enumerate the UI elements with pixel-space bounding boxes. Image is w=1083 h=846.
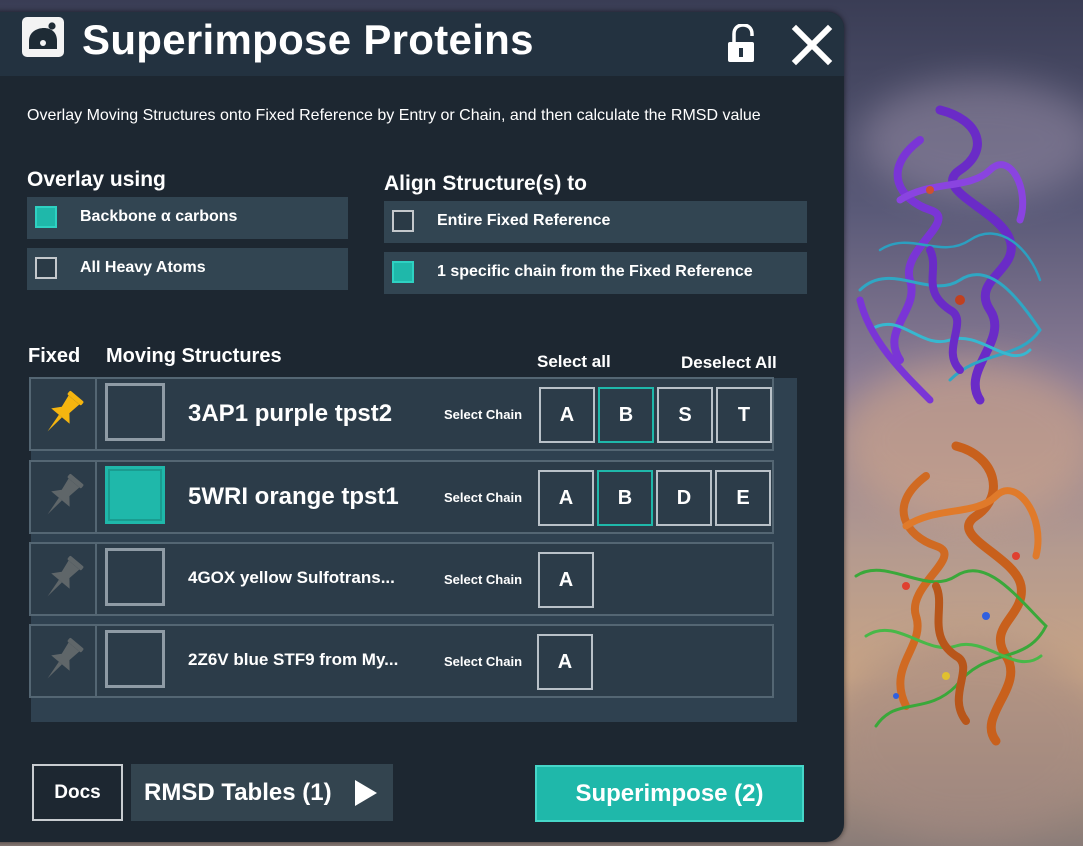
fixed-column-header: Fixed (28, 345, 81, 367)
rmsd-tables-label: RMSD Tables (1) (144, 778, 332, 806)
structure-name: 5WRI orange tpst1 (188, 483, 399, 510)
select-all-button[interactable]: Select all (537, 352, 611, 372)
chain-button-a[interactable]: A (539, 387, 595, 443)
align-structures-label: Align Structure(s) to (384, 172, 587, 195)
chain-button-b[interactable]: B (597, 470, 653, 526)
fixed-toggle[interactable] (31, 379, 97, 449)
pin-icon (47, 473, 84, 515)
overlay-backbone-option[interactable]: Backbone α carbons (27, 197, 348, 239)
select-chain-label: Select Chain (444, 490, 523, 505)
moving-checkbox[interactable] (105, 383, 165, 441)
overlay-heavy-atoms-option[interactable]: All Heavy Atoms (27, 248, 348, 290)
protein-structure-purple[interactable] (840, 100, 1060, 420)
chain-button-s[interactable]: S (657, 387, 713, 443)
chain-button-a[interactable]: A (537, 634, 593, 690)
chain-button-a[interactable]: A (538, 470, 594, 526)
pin-icon (47, 637, 84, 679)
structure-name: 2Z6V blue STF9 from My... (188, 650, 399, 669)
align-specific-chain-option[interactable]: 1 specific chain from the Fixed Referenc… (384, 252, 807, 294)
overlay-using-label: Overlay using (27, 168, 166, 191)
fixed-toggle[interactable] (31, 544, 97, 614)
checkbox-backbone[interactable] (35, 206, 57, 228)
moving-checkbox[interactable] (105, 548, 165, 606)
moving-structures-header: Moving Structures (106, 345, 282, 367)
deselect-all-button[interactable]: Deselect All (681, 353, 777, 373)
overlay-heavy-atoms-label: All Heavy Atoms (80, 259, 206, 276)
select-chain-label: Select Chain (444, 572, 523, 587)
structure-row: 4GOX yellow Sulfotrans... Select Chain A (29, 542, 774, 616)
align-entire-reference-label: Entire Fixed Reference (437, 212, 611, 229)
overlay-backbone-label: Backbone α carbons (80, 208, 238, 225)
fixed-toggle[interactable] (31, 462, 97, 532)
rmsd-tables-button[interactable]: RMSD Tables (1) (131, 764, 393, 821)
chain-button-t[interactable]: T (716, 387, 772, 443)
moving-checkbox[interactable] (105, 466, 165, 524)
pin-icon (47, 555, 84, 597)
structure-row: 2Z6V blue STF9 from My... Select Chain A (29, 624, 774, 698)
fixed-toggle[interactable] (31, 626, 97, 696)
select-chain-label: Select Chain (444, 654, 523, 669)
structure-row: 3AP1 purple tpst2 Select Chain A B S T (29, 377, 774, 451)
chain-button-d[interactable]: D (656, 470, 712, 526)
description-text: Overlay Moving Structures onto Fixed Ref… (27, 107, 761, 124)
chain-button-b[interactable]: B (598, 387, 654, 443)
pin-icon-active (47, 390, 84, 432)
checkbox-specific-chain[interactable] (392, 261, 414, 283)
checkbox-heavy-atoms[interactable] (35, 257, 57, 279)
chain-button-a[interactable]: A (538, 552, 594, 608)
structure-name: 3AP1 purple tpst2 (188, 400, 393, 427)
align-entire-reference-option[interactable]: Entire Fixed Reference (384, 201, 807, 243)
protein-structure-orange[interactable] (846, 436, 1066, 756)
structure-name: 4GOX yellow Sulfotrans... (188, 568, 395, 587)
structure-row: 5WRI orange tpst1 Select Chain A B D E (29, 460, 774, 534)
moving-checkbox[interactable] (105, 630, 165, 688)
superimpose-button[interactable]: Superimpose (2) (535, 765, 804, 822)
play-arrow-icon (355, 780, 377, 806)
select-chain-label: Select Chain (444, 407, 523, 422)
align-specific-chain-label: 1 specific chain from the Fixed Referenc… (437, 263, 753, 280)
close-icon[interactable] (790, 24, 834, 66)
app-logo-icon (22, 17, 64, 57)
checkbox-entire-reference[interactable] (392, 210, 414, 232)
docs-button[interactable]: Docs (32, 764, 123, 821)
chain-button-e[interactable]: E (715, 470, 771, 526)
unlock-icon[interactable] (726, 23, 758, 64)
window-title: Superimpose Proteins (82, 16, 534, 63)
